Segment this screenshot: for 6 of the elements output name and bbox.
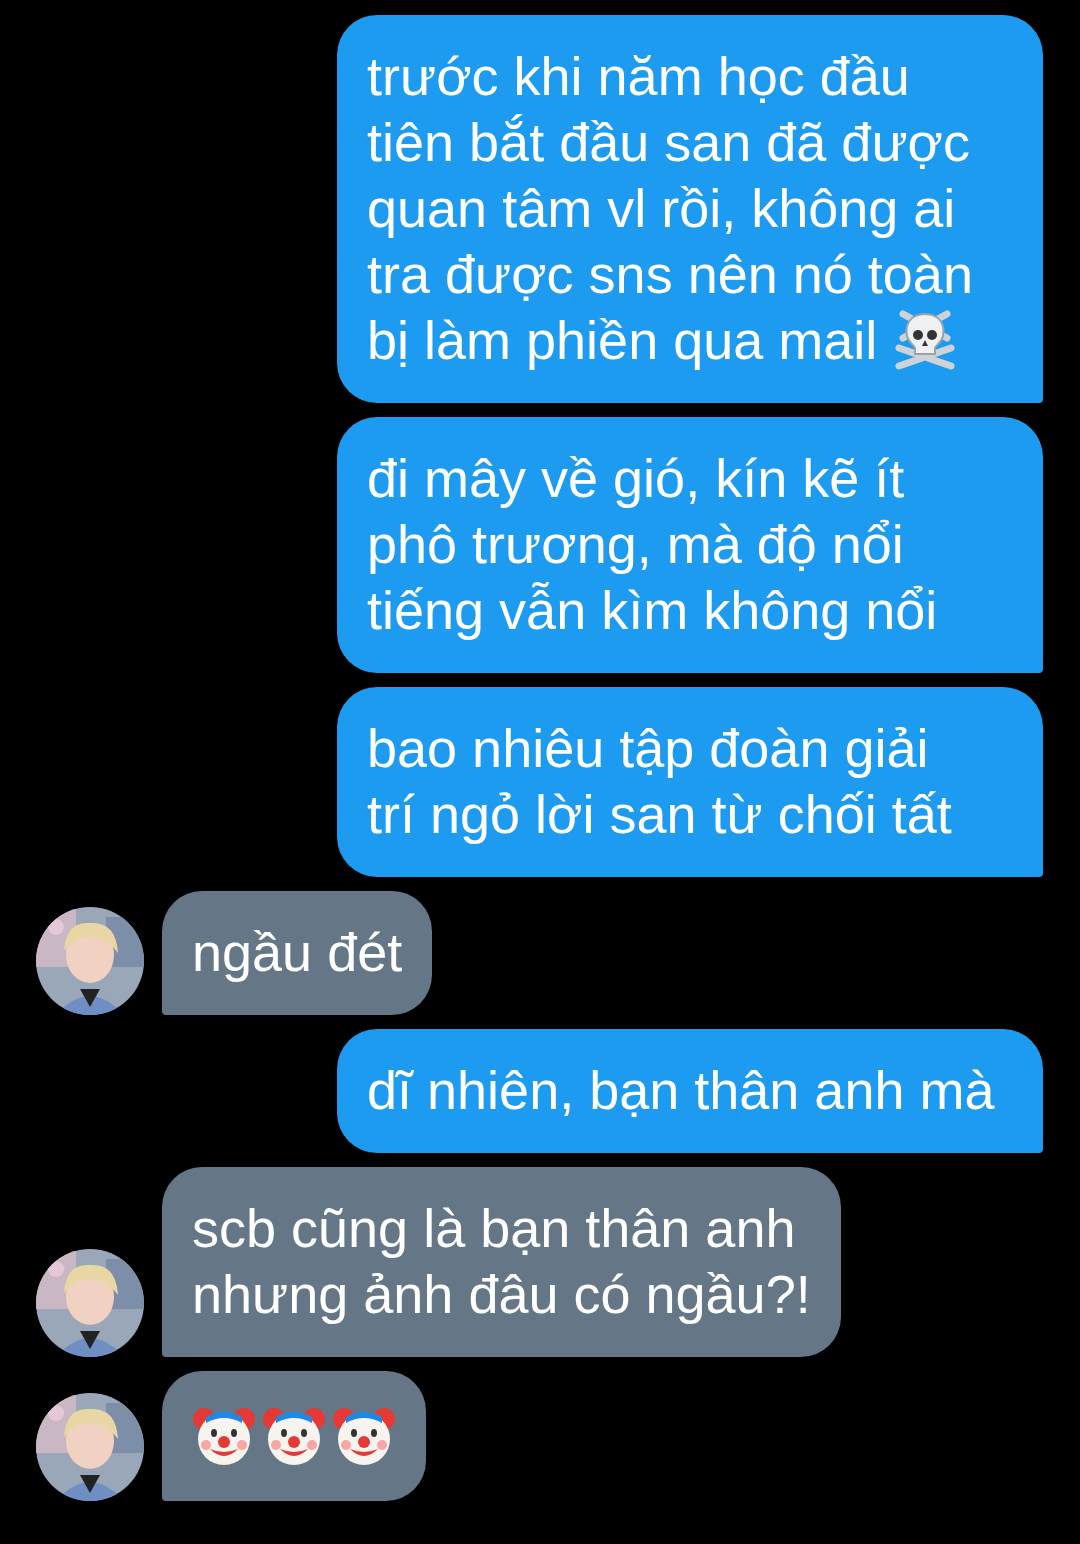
received-message: scb cũng là bạn thân anh nhưng ảnh đâu có ngầu?!: [162, 1167, 841, 1357]
received-message: ngầu đét: [162, 891, 433, 1015]
sent-message: trước khi năm học đầu tiên bắt đầu san đã được quan tâm vl rồi, không ai tra được sns nên nó toàn bị làm phiền qua mail: [337, 15, 1043, 403]
sent-message: đi mây về gió, kín kẽ ít phô trương, mà độ nổi tiếng vẫn kìm không nổi: [337, 417, 1043, 673]
sent-message: bao nhiêu tập đoàn giải trí ngỏ lời san từ chối tất: [337, 687, 1043, 877]
sent-message: dĩ nhiên, bạn thân anh mà: [337, 1029, 1043, 1153]
